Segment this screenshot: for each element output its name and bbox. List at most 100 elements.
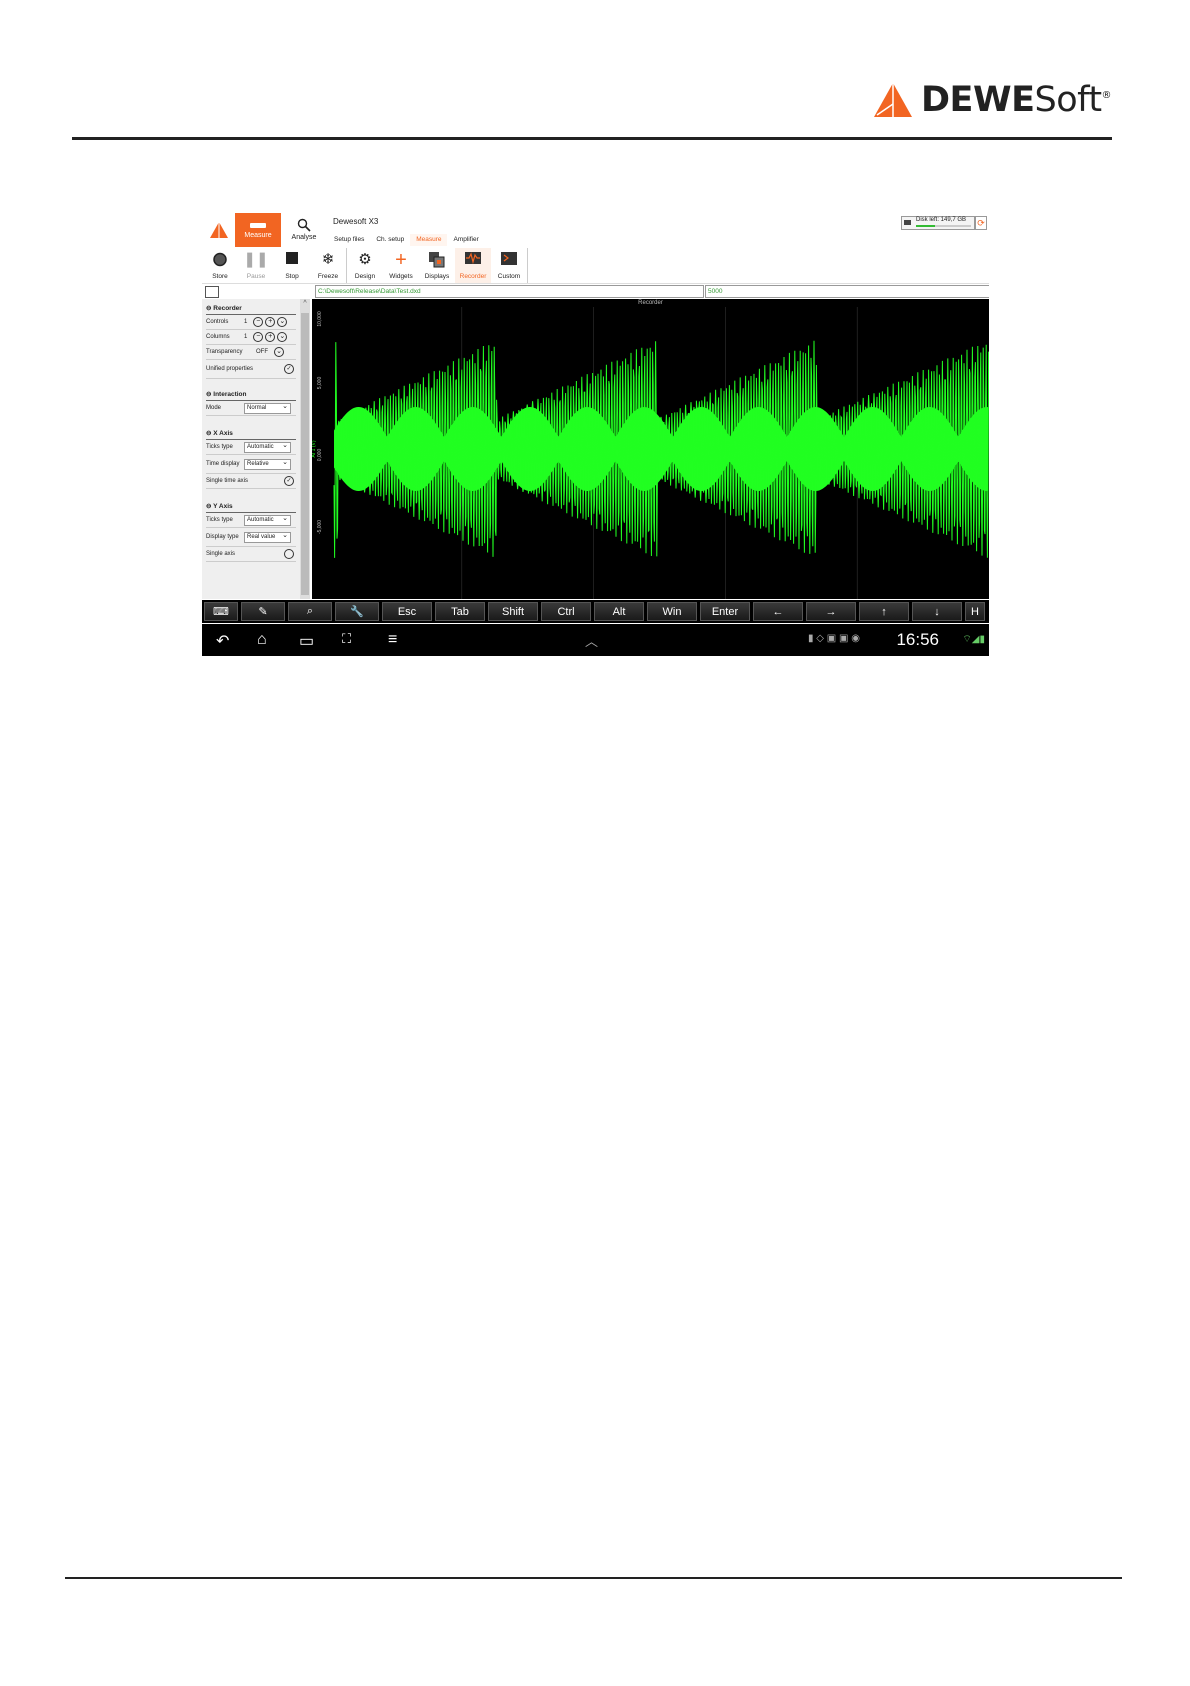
- tab-analyse-label: Analyse: [291, 234, 317, 241]
- status-icons: ▮ ◇ ▣ ▣ ◉: [808, 633, 860, 644]
- key-esc[interactable]: Esc: [382, 602, 432, 621]
- dewesoft-logo: DEWESoft®: [873, 80, 1112, 120]
- yaxis-section: ⊖ Y Axis Ticks typeAutomatic Display typ…: [206, 499, 296, 562]
- header-rule: [72, 137, 1112, 140]
- tab-measure-label: Measure: [244, 232, 272, 239]
- design-label: Design: [354, 273, 376, 280]
- pause-icon: ❚❚: [243, 251, 269, 268]
- unified-row: Unified properties ✓: [206, 360, 296, 379]
- key-right[interactable]: →: [806, 602, 856, 621]
- plus-icon[interactable]: +: [265, 332, 276, 342]
- scroll-up-icon[interactable]: ^: [300, 300, 310, 307]
- tab-measure[interactable]: Measure: [235, 213, 281, 247]
- panel-scrollbar[interactable]: ^: [300, 299, 310, 599]
- subtab-setup-files[interactable]: Setup files: [328, 234, 370, 246]
- search-icon[interactable]: ⌕: [288, 602, 332, 621]
- displays-label: Displays: [424, 273, 450, 280]
- time-display-select[interactable]: Relative: [244, 458, 291, 470]
- key-tab[interactable]: Tab: [435, 602, 485, 621]
- scroll-thumb[interactable]: [301, 313, 309, 595]
- value-field[interactable]: 5000: [705, 285, 989, 298]
- stop-button[interactable]: Stop: [274, 248, 310, 283]
- wrench-icon[interactable]: 🔧: [335, 602, 379, 621]
- subtab-ch-setup[interactable]: Ch. setup: [370, 234, 410, 246]
- recorder-graph[interactable]: 10,000 5,000 0,000 -5,000 AI 1 (V) Recorder: [312, 299, 989, 599]
- plus-icon[interactable]: +: [265, 317, 276, 327]
- status-clock: 16:56: [896, 630, 939, 649]
- menu-icon[interactable]: ≡: [388, 631, 397, 649]
- app-logo[interactable]: [202, 213, 235, 247]
- disk-label: Disk left: 149,7 GB: [916, 217, 967, 223]
- pause-button[interactable]: ❚❚ Pause: [238, 248, 274, 283]
- recorder-label: Recorder: [459, 273, 487, 280]
- recorder-button[interactable]: Recorder: [455, 248, 491, 283]
- chevron-up-icon[interactable]: ︿: [585, 631, 598, 650]
- key-down[interactable]: ↓: [912, 602, 962, 621]
- y-axis-label: AI 1 (V): [312, 440, 317, 457]
- section-header[interactable]: ⊖ Y Axis: [206, 499, 296, 513]
- app-title: Dewesoft X3: [333, 217, 379, 226]
- widgets-button[interactable]: + Widgets: [383, 248, 419, 283]
- subtabs: Setup files Ch. setup Measure Amplifier: [328, 234, 485, 246]
- custom-label: Custom: [497, 273, 521, 280]
- tab-analyse[interactable]: Analyse: [281, 213, 327, 247]
- section-header[interactable]: ⊖ X Axis: [206, 426, 296, 440]
- time-display-row: Time display Relative: [206, 455, 296, 474]
- subtab-amplifier[interactable]: Amplifier: [447, 234, 484, 246]
- custom-button[interactable]: Custom: [491, 248, 527, 283]
- keyboard-icon[interactable]: ⌨: [204, 602, 238, 621]
- mode-select[interactable]: Normal: [244, 402, 291, 414]
- section-header[interactable]: ⊖ Recorder: [206, 301, 296, 315]
- recent-apps-icon[interactable]: ▭: [299, 631, 314, 651]
- key-up[interactable]: ↑: [859, 602, 909, 621]
- file-path-field[interactable]: C:\Dewesoft\Release\Data\Test.dxd: [315, 285, 704, 298]
- minus-icon[interactable]: −: [253, 332, 264, 342]
- checkbox[interactable]: ✓: [284, 364, 294, 374]
- search-icon: [297, 218, 311, 232]
- displays-icon: [429, 252, 445, 272]
- display-type-row: Display type Real value: [206, 528, 296, 547]
- checkbox[interactable]: [284, 549, 294, 559]
- toolbar-separator: [527, 248, 528, 283]
- store-button[interactable]: Store: [202, 248, 238, 283]
- ticks-type-select[interactable]: Automatic: [244, 441, 291, 453]
- back-icon[interactable]: ↶: [216, 631, 229, 651]
- footer-rule: [65, 1577, 1122, 1579]
- home-icon[interactable]: ⌂: [257, 631, 267, 649]
- ticks-type-select[interactable]: Automatic: [244, 514, 291, 526]
- yaxis-ticks-row: Ticks type Automatic: [206, 513, 296, 528]
- section-header[interactable]: ⊖ Interaction: [206, 387, 296, 401]
- chevron-down-icon[interactable]: ⌄: [274, 347, 284, 357]
- pen-icon[interactable]: ✎: [241, 602, 285, 621]
- key-win[interactable]: Win: [647, 602, 697, 621]
- soft-keyboard-bar: ⌨ ✎ ⌕ 🔧 Esc Tab Shift Ctrl Alt Win Enter…: [202, 600, 989, 623]
- refresh-icon[interactable]: ⟳: [975, 216, 987, 230]
- screenshot-icon[interactable]: ⛶: [342, 631, 351, 647]
- disk-icon: [904, 220, 911, 225]
- key-left[interactable]: ←: [753, 602, 803, 621]
- key-enter[interactable]: Enter: [700, 602, 750, 621]
- store-label: Store: [212, 273, 228, 280]
- key-alt[interactable]: Alt: [594, 602, 644, 621]
- interaction-section: ⊖ Interaction Mode Normal: [206, 387, 296, 416]
- chevron-down-icon[interactable]: ⌄: [277, 332, 288, 342]
- freeze-button[interactable]: ❄ Freeze: [310, 248, 346, 283]
- key-shift[interactable]: Shift: [488, 602, 538, 621]
- checkbox[interactable]: ✓: [284, 476, 294, 486]
- recorder-icon: [465, 252, 481, 268]
- key-ctrl[interactable]: Ctrl: [541, 602, 591, 621]
- chevron-down-icon[interactable]: ⌄: [277, 317, 288, 327]
- display-type-select[interactable]: Real value: [244, 531, 291, 543]
- path-row: C:\Dewesoft\Release\Data\Test.dxd 5000: [202, 284, 989, 298]
- panel-toggle-icon[interactable]: [205, 286, 219, 298]
- controls-row: Controls 1− + ⌄: [206, 315, 296, 330]
- plus-icon: +: [395, 249, 407, 271]
- recorder-plot[interactable]: 10,000 5,000 0,000 -5,000 AI 1 (V): [312, 299, 989, 599]
- minus-icon[interactable]: −: [253, 317, 264, 327]
- graph-title: Recorder: [638, 300, 663, 306]
- disk-bar: [916, 225, 971, 227]
- subtab-measure[interactable]: Measure: [410, 234, 448, 246]
- design-button[interactable]: ⚙ Design: [347, 248, 383, 283]
- displays-button[interactable]: Displays: [419, 248, 455, 283]
- key-h[interactable]: H: [965, 602, 985, 621]
